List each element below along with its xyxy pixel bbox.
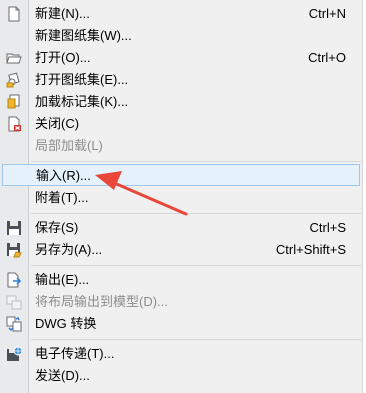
export-icon xyxy=(7,272,22,288)
save-icon xyxy=(7,221,21,235)
menu-item-new-sheetset-label: 新建图纸集(W)... xyxy=(35,28,132,43)
menu-item-open-sheetset[interactable]: 打开图纸集(E)... xyxy=(0,69,362,91)
menu-item-save-label: 保存(S) xyxy=(35,220,79,235)
menu-item-save-as-label: 另存为(A)... xyxy=(35,242,103,257)
markup-set-icon xyxy=(7,94,20,109)
menu-item-save-shortcut: Ctrl+S xyxy=(309,220,346,235)
menu-item-save[interactable]: 保存(S) Ctrl+S xyxy=(0,217,362,239)
menu-item-dwg-convert-label: DWG 转换 xyxy=(35,316,97,331)
menu-item-open[interactable]: 打开(O)... Ctrl+O xyxy=(0,47,362,69)
menu-item-new-label: 新建(N)... xyxy=(35,6,90,21)
menu-item-save-as[interactable]: 另存为(A)... Ctrl+Shift+S xyxy=(0,239,362,261)
new-file-icon xyxy=(8,6,20,22)
menu-separator xyxy=(31,339,361,340)
menu-item-partial-load: 局部加载(L) xyxy=(0,135,362,157)
menu-item-load-markup-label: 加载标记集(K)... xyxy=(35,94,129,109)
menu-separator xyxy=(31,265,361,266)
file-menu: 新建(N)... Ctrl+N 新建图纸集(W)... 打开(O)... Ctr… xyxy=(0,0,362,393)
menu-separator xyxy=(31,213,361,214)
menu-item-dwg-convert[interactable]: DWG 转换 xyxy=(0,313,362,335)
menu-item-partial-load-label: 局部加载(L) xyxy=(35,138,103,153)
menu-item-close[interactable]: 关闭(C) xyxy=(0,113,362,135)
menu-item-export[interactable]: 输出(E)... xyxy=(0,269,362,291)
menu-item-save-as-shortcut: Ctrl+Shift+S xyxy=(275,242,346,257)
menu-item-export-layout-label: 将布局输出到模型(D)... xyxy=(35,294,168,309)
close-file-icon xyxy=(8,116,21,132)
menu-item-new-shortcut: Ctrl+N xyxy=(308,6,346,21)
dwg-convert-icon xyxy=(6,316,22,332)
menu-item-etransmit-label: 电子传递(T)... xyxy=(35,346,115,361)
menu-item-close-label: 关闭(C) xyxy=(35,116,80,131)
etransmit-icon xyxy=(7,346,22,361)
menu-item-attach-label: 附着(T)... xyxy=(35,190,89,205)
save-as-icon xyxy=(7,243,22,258)
window-edge xyxy=(362,0,366,393)
menu-item-import[interactable]: 输入(R)... xyxy=(2,164,360,186)
open-folder-icon xyxy=(6,53,22,64)
menu-item-load-markup[interactable]: 加载标记集(K)... xyxy=(0,91,362,113)
menu-item-export-label: 输出(E)... xyxy=(35,272,90,287)
menu-item-open-label: 打开(O)... xyxy=(35,50,91,65)
open-sheetset-icon xyxy=(6,72,20,88)
menu-item-send-label: 发送(D)... xyxy=(35,368,90,383)
menu-item-send[interactable]: 发送(D)... xyxy=(0,365,362,387)
menu-item-attach[interactable]: 附着(T)... xyxy=(0,187,362,209)
menu-item-export-layout: 将布局输出到模型(D)... xyxy=(0,291,362,313)
menu-item-new-sheetset[interactable]: 新建图纸集(W)... xyxy=(0,25,362,47)
menu-item-open-shortcut: Ctrl+O xyxy=(308,50,346,65)
export-layout-icon xyxy=(6,295,22,310)
menu-separator xyxy=(31,161,361,162)
menu-item-import-label: 输入(R)... xyxy=(36,168,91,183)
menu-item-etransmit[interactable]: 电子传递(T)... xyxy=(0,343,362,365)
menu-item-open-sheetset-label: 打开图纸集(E)... xyxy=(35,72,129,87)
menu-item-new[interactable]: 新建(N)... Ctrl+N xyxy=(0,3,362,25)
